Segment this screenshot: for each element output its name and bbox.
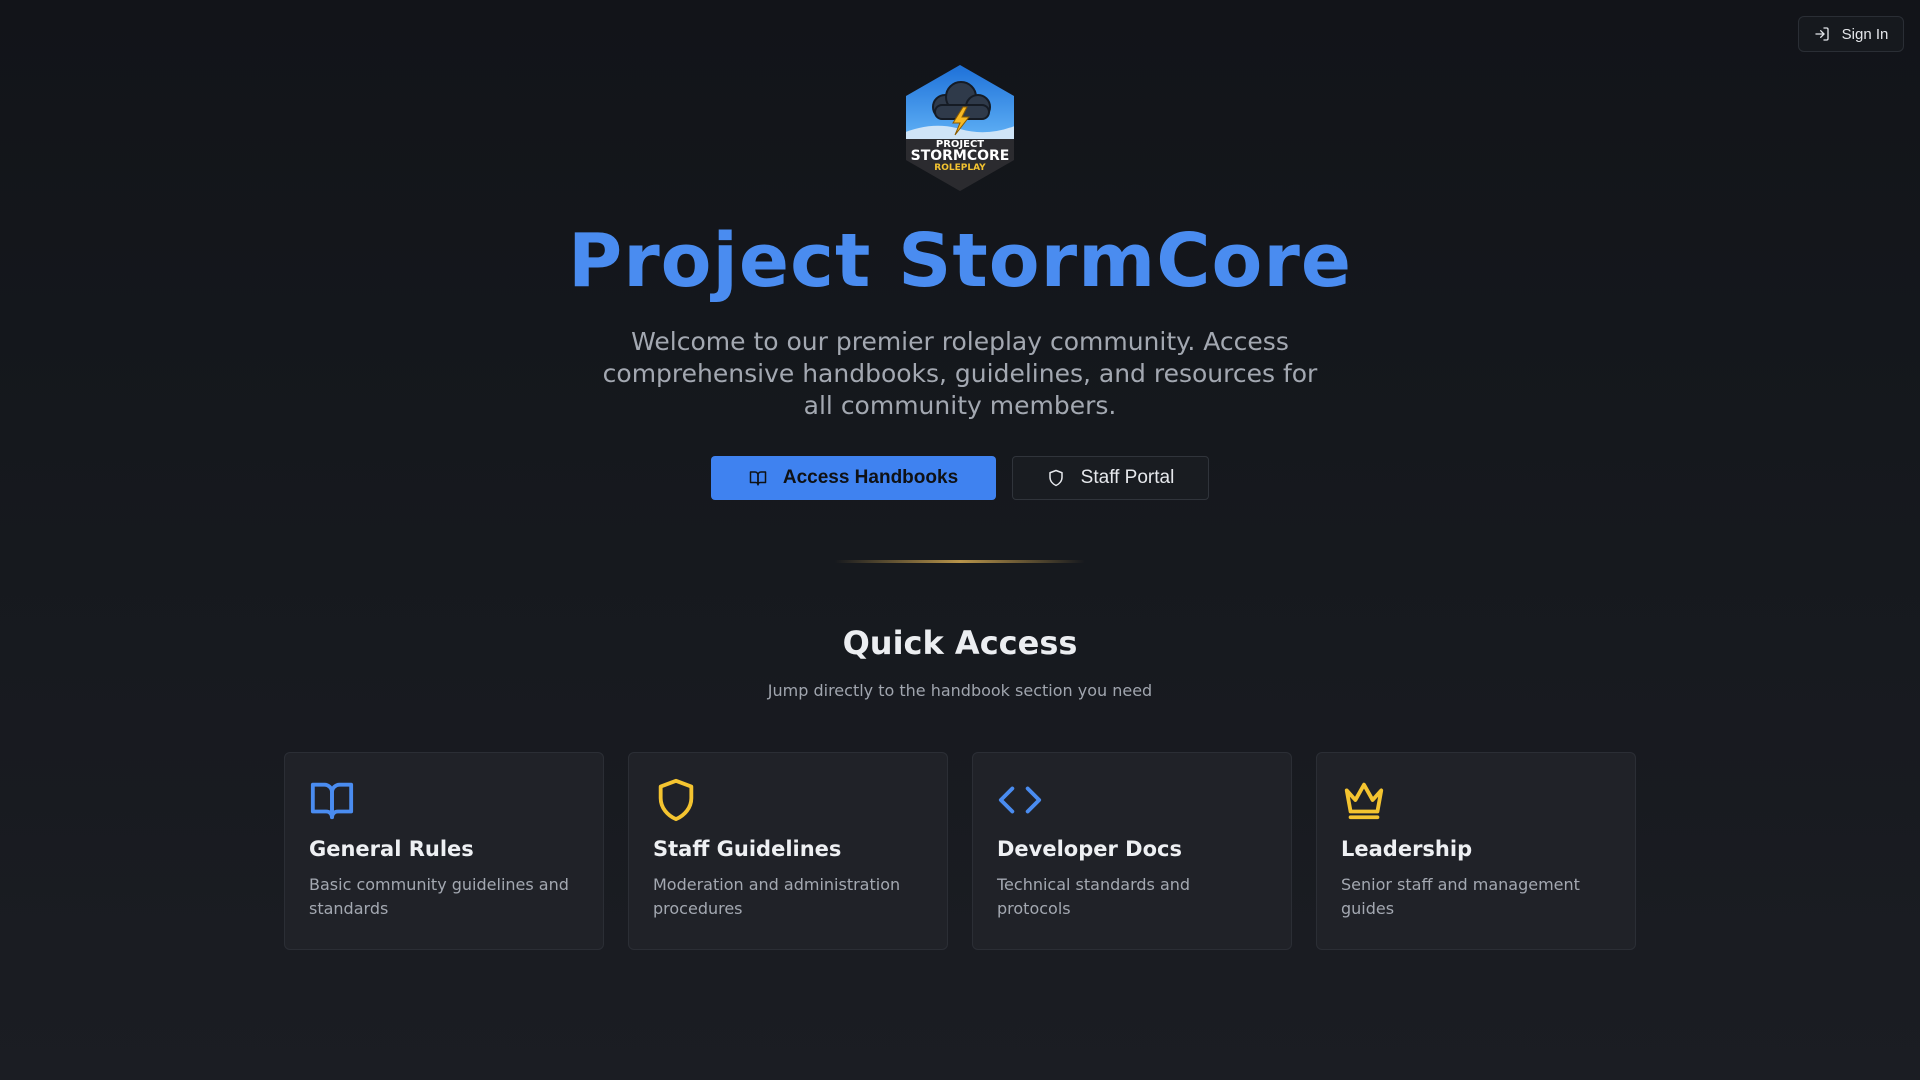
staff-portal-label: Staff Portal — [1080, 467, 1175, 488]
access-handbooks-button[interactable]: Access Handbooks — [711, 456, 996, 500]
sign-in-label: Sign In — [1841, 25, 1889, 43]
card-description: Basic community guidelines and standards — [309, 875, 569, 918]
hero-subtitle: Welcome to our premier roleplay communit… — [602, 327, 1318, 420]
staff-portal-button[interactable]: Staff Portal — [1012, 456, 1209, 500]
card-title: General Rules — [309, 837, 474, 861]
card-leadership[interactable]: Leadership Senior staff and management g… — [1316, 752, 1636, 950]
landing-page: Sign In PROJECT STORMCORE ROLEPLAY Proje… — [0, 0, 1920, 1080]
stormcore-logo: PROJECT STORMCORE ROLEPLAY — [906, 65, 1014, 191]
gold-divider — [835, 560, 1085, 563]
crown-icon — [1344, 782, 1384, 820]
code-icon — [998, 786, 1042, 814]
card-developer-docs[interactable]: Developer Docs Technical standards and p… — [972, 752, 1292, 950]
card-staff-guidelines[interactable]: Staff Guidelines Moderation and administ… — [628, 752, 948, 950]
book-open-icon — [310, 782, 354, 820]
quick-access-title: Quick Access — [842, 624, 1078, 662]
card-description: Senior staff and management guides — [1341, 875, 1580, 918]
hero-title: Project StormCore — [567, 218, 1353, 304]
card-general-rules[interactable]: General Rules Basic community guidelines… — [284, 752, 604, 950]
logo-text-stormcore: STORMCORE — [911, 148, 1010, 164]
card-description: Technical standards and protocols — [997, 875, 1191, 918]
card-title: Staff Guidelines — [653, 837, 842, 861]
book-open-icon — [749, 471, 767, 486]
quick-access-subtitle: Jump directly to the handbook section yo… — [767, 681, 1153, 700]
logo-text-roleplay: ROLEPLAY — [934, 163, 986, 173]
quick-access-cards: General Rules Basic community guidelines… — [284, 752, 1636, 950]
card-title: Leadership — [1341, 837, 1473, 861]
shield-icon — [658, 778, 694, 822]
sign-in-button[interactable]: Sign In — [1798, 16, 1904, 52]
access-handbooks-label: Access Handbooks — [782, 467, 959, 488]
shield-icon — [1048, 469, 1063, 487]
card-title: Developer Docs — [997, 837, 1182, 861]
log-in-icon — [1814, 27, 1829, 41]
card-description: Moderation and administration procedures — [653, 875, 901, 918]
